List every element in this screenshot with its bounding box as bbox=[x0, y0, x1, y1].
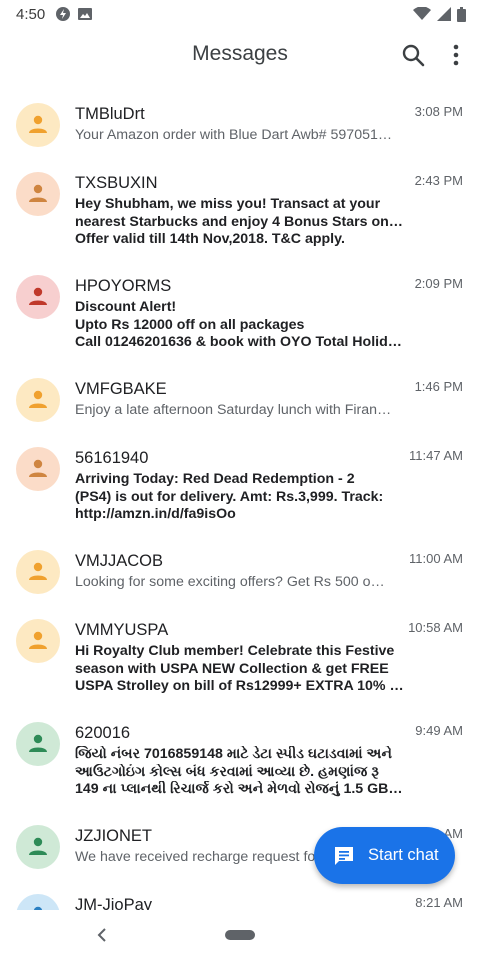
person-icon bbox=[33, 906, 43, 910]
person-icon bbox=[29, 837, 47, 855]
sender-name: VMJJACOB bbox=[75, 552, 164, 570]
search-icon[interactable] bbox=[400, 42, 428, 70]
message-snippet: Hey Shubham, we miss you! Transact at yo… bbox=[75, 196, 405, 249]
person-icon bbox=[29, 562, 47, 580]
conversation-row[interactable]: 620016 9:49 AM જિયો નંબર 7016859148 માટે ડ… bbox=[0, 711, 480, 814]
avatar[interactable] bbox=[16, 103, 60, 147]
person-icon bbox=[29, 184, 47, 202]
person-icon bbox=[29, 734, 47, 752]
avatar[interactable] bbox=[16, 825, 60, 869]
person-icon bbox=[29, 287, 47, 305]
battery-icon bbox=[457, 6, 466, 22]
sender-name: TMBluDrt bbox=[75, 105, 145, 123]
message-time: 1:46 PM bbox=[414, 379, 463, 394]
message-snippet: Looking for some exciting offers? Get Rs… bbox=[75, 574, 405, 592]
sender-name: 620016 bbox=[75, 724, 131, 742]
sender-name: VMMYUSPA bbox=[75, 621, 169, 639]
signal-icon bbox=[437, 7, 451, 21]
snippet-line: Hey Shubham, we miss you! Transact at yo… bbox=[75, 196, 381, 212]
snippet-line: We have received recharge request fo… bbox=[75, 849, 330, 865]
message-time: 2:43 PM bbox=[414, 173, 463, 188]
snippet-line: Hi Royalty Club member! Celebrate this F… bbox=[75, 643, 395, 659]
snippet-line: Discount Alert! bbox=[75, 299, 177, 315]
image-notification-icon bbox=[78, 8, 93, 20]
avatar[interactable] bbox=[16, 447, 60, 491]
message-time: 2:09 PM bbox=[414, 276, 463, 291]
message-snippet: Hi Royalty Club member! Celebrate this F… bbox=[75, 643, 405, 696]
conversation-row[interactable]: 56161940 11:47 AM Arriving Today: Red Dead… bbox=[0, 436, 480, 539]
conversation-row[interactable]: VMMYUSPA 10:58 AM Hi Royalty Club member! … bbox=[0, 608, 480, 711]
data-saver-icon bbox=[56, 7, 71, 21]
chat-icon bbox=[335, 846, 353, 865]
snippet-line: જિયો નંબર 7016859148 માટે ડેટા સ્પીડ ઘટા… bbox=[75, 746, 393, 762]
message-time: 10:58 AM bbox=[408, 620, 463, 635]
status-time: 4:50 bbox=[16, 5, 46, 23]
avatar[interactable] bbox=[16, 619, 60, 663]
message-snippet: Enjoy a late afternoon Saturday lunch wi… bbox=[75, 402, 405, 420]
conversation-row[interactable]: VMJJACOB 11:00 AM Looking for some excitin… bbox=[0, 539, 480, 608]
wifi-icon bbox=[413, 7, 431, 20]
home-pill-icon[interactable] bbox=[225, 930, 255, 940]
person-icon bbox=[29, 390, 47, 408]
avatar[interactable] bbox=[16, 894, 60, 910]
conversation-row[interactable]: TXSBUXIN 2:43 PM Hey Shubham, we miss you!… bbox=[0, 161, 480, 264]
avatar[interactable] bbox=[16, 275, 60, 319]
start-chat-button[interactable]: Start chat bbox=[314, 827, 455, 884]
snippet-line: USPA Strolley on bill of Rs12999+ EXTRA … bbox=[75, 678, 404, 695]
snippet-line: Upto Rs 12000 off on all packages bbox=[75, 316, 305, 333]
status-bar: 4:50 bbox=[0, 0, 480, 28]
nav-bar bbox=[0, 910, 480, 960]
sender-name: JM-JioPay bbox=[75, 896, 153, 910]
message-snippet: Your Amazon order with Blue Dart Awb# 59… bbox=[75, 127, 405, 145]
message-time: 11:00 AM bbox=[409, 551, 463, 566]
snippet-line: season with USPA NEW Collection & get FR… bbox=[75, 660, 389, 677]
snippet-line: Enjoy a late afternoon Saturday lunch wi… bbox=[75, 402, 392, 418]
snippet-line: આઉટગોઇંગ કોલ્સ બંધ કરવામાં આવ્યા છે. હમણ… bbox=[75, 763, 379, 780]
snippet-line: (PS4) is out for delivery. Amt: Rs.3,999… bbox=[75, 488, 384, 505]
avatar[interactable] bbox=[16, 378, 60, 422]
conversation-list[interactable]: TMBluDrt 3:08 PM Your Amazon order with Bl… bbox=[0, 92, 480, 910]
message-time: 11:47 AM bbox=[409, 448, 463, 463]
conversation-row[interactable]: TMBluDrt 3:08 PM Your Amazon order with Bl… bbox=[0, 92, 480, 161]
snippet-line: Your Amazon order with Blue Dart Awb# 59… bbox=[75, 127, 393, 143]
message-snippet: Arriving Today: Red Dead Redemption - 2(… bbox=[75, 471, 405, 524]
person-icon bbox=[29, 115, 47, 133]
snippet-line: Looking for some exciting offers? Get Rs… bbox=[75, 574, 385, 590]
snippet-line: Offer valid till 14th Nov,2018. T&C appl… bbox=[75, 231, 345, 248]
conversation-row[interactable]: JM-JioPay 8:21 AM bbox=[0, 883, 480, 910]
snippet-line: nearest Starbucks and enjoy 4 Bonus Star… bbox=[75, 213, 405, 230]
snippet-line: Arriving Today: Red Dead Redemption - 2 bbox=[75, 471, 355, 487]
avatar[interactable] bbox=[16, 172, 60, 216]
snippet-line: Call 01246201636 & book with OYO Total H… bbox=[75, 334, 402, 351]
start-chat-label: Start chat bbox=[368, 846, 439, 864]
sender-name: 56161940 bbox=[75, 449, 149, 467]
sender-name: TXSBUXIN bbox=[75, 174, 158, 192]
back-icon[interactable] bbox=[94, 926, 110, 944]
message-time: 3:08 PM bbox=[414, 104, 463, 119]
person-icon bbox=[29, 459, 47, 477]
sender-name: VMFGBAKE bbox=[75, 380, 167, 398]
message-time: 9:49 AM bbox=[415, 723, 463, 738]
person-icon bbox=[29, 631, 47, 649]
sender-name: JZJIONET bbox=[75, 827, 152, 845]
sender-name: HPOYORMS bbox=[75, 277, 172, 295]
avatar[interactable] bbox=[16, 722, 60, 766]
snippet-line: http://amzn.in/d/fa9isOo bbox=[75, 506, 236, 523]
avatar[interactable] bbox=[16, 550, 60, 594]
conversation-row[interactable]: HPOYORMS 2:09 PM Discount Alert! Upto Rs 12… bbox=[0, 264, 480, 367]
message-time: 8:21 AM bbox=[415, 895, 463, 910]
more-vert-icon[interactable] bbox=[446, 42, 466, 70]
app-bar: Messages bbox=[0, 28, 480, 84]
message-snippet: જિયો નંબર 7016859148 માટે ડેટા સ્પીડ ઘટા… bbox=[75, 746, 405, 799]
message-snippet: Discount Alert! Upto Rs 12000 off on all … bbox=[75, 299, 405, 352]
snippet-line: 149 ના પ્લાનથી રિચાર્જ કરો અને મેળવો રોજ… bbox=[75, 781, 405, 798]
conversation-row[interactable]: VMFGBAKE 1:46 PM Enjoy a late afternoon Sa… bbox=[0, 367, 480, 436]
